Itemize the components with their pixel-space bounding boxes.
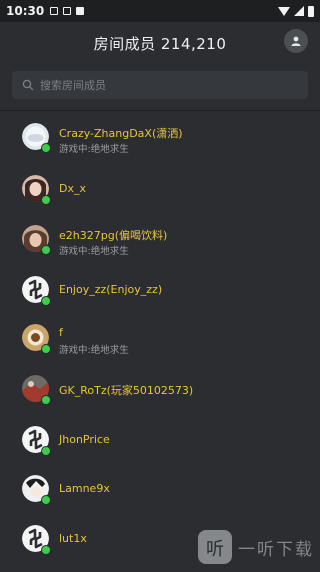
online-indicator xyxy=(41,446,51,456)
online-indicator xyxy=(41,195,51,205)
profile-button[interactable] xyxy=(284,29,308,53)
online-indicator xyxy=(41,395,51,405)
member-name: f xyxy=(59,326,63,339)
person-icon xyxy=(291,36,301,46)
member-name: Dx_x xyxy=(59,182,86,195)
online-indicator xyxy=(41,296,51,306)
member-status: 游戏中:绝地求生 xyxy=(59,144,129,155)
battery-icon xyxy=(308,5,314,17)
member-item[interactable]: f 游戏中:绝地求生 xyxy=(0,322,320,371)
member-name: e2h327pg(偏喝饮料) xyxy=(59,229,168,242)
signal-icon xyxy=(294,6,304,16)
member-item[interactable]: Dx_x xyxy=(0,173,320,222)
member-item[interactable]: Lamne9x xyxy=(0,473,320,522)
search-placeholder: 搜索房间成员 xyxy=(40,79,106,92)
search-icon xyxy=(22,79,34,91)
member-item[interactable]: e2h327pg(偏喝饮料) 游戏中:绝地求生 xyxy=(0,223,320,272)
online-indicator xyxy=(41,495,51,505)
member-item[interactable]: GK_RoTz(玩家50102573) xyxy=(0,373,320,422)
member-name: lut1x xyxy=(59,532,87,545)
status-bar: 10:30 xyxy=(0,0,320,22)
member-name: Enjoy_zz(Enjoy_zz) xyxy=(59,283,163,296)
member-name: Crazy-ZhangDaX(潇洒) xyxy=(59,127,183,140)
member-list[interactable]: Crazy-ZhangDaX(潇洒) 游戏中:绝地求生 Dx_x e2h327p… xyxy=(0,110,320,569)
notification-icon xyxy=(76,7,85,15)
page-title: 房间成员 214,210 xyxy=(93,34,227,53)
member-status: 游戏中:绝地求生 xyxy=(59,246,129,257)
online-indicator xyxy=(41,143,51,153)
member-name: GK_RoTz(玩家50102573) xyxy=(59,384,194,397)
online-indicator xyxy=(41,245,51,255)
watermark-logo: 听 xyxy=(198,530,232,564)
online-indicator xyxy=(41,545,51,555)
header: 房间成员 214,210 xyxy=(0,22,320,64)
watermark: 听 一听下载 xyxy=(198,530,314,564)
status-time: 10:30 xyxy=(6,4,45,18)
search-input[interactable]: 搜索房间成员 xyxy=(12,71,308,99)
member-status: 游戏中:绝地求生 xyxy=(59,345,129,356)
notification-icon xyxy=(50,7,59,15)
member-item[interactable]: Enjoy_zz(Enjoy_zz) xyxy=(0,274,320,323)
member-name: Lamne9x xyxy=(59,482,110,495)
member-name: JhonPrice xyxy=(59,433,110,446)
wifi-icon xyxy=(278,6,290,16)
online-indicator xyxy=(41,344,51,354)
member-item[interactable]: Crazy-ZhangDaX(潇洒) 游戏中:绝地求生 xyxy=(0,121,320,170)
watermark-text: 一听下载 xyxy=(238,539,314,560)
notification-icon xyxy=(63,7,72,15)
member-item[interactable]: JhonPrice xyxy=(0,424,320,473)
